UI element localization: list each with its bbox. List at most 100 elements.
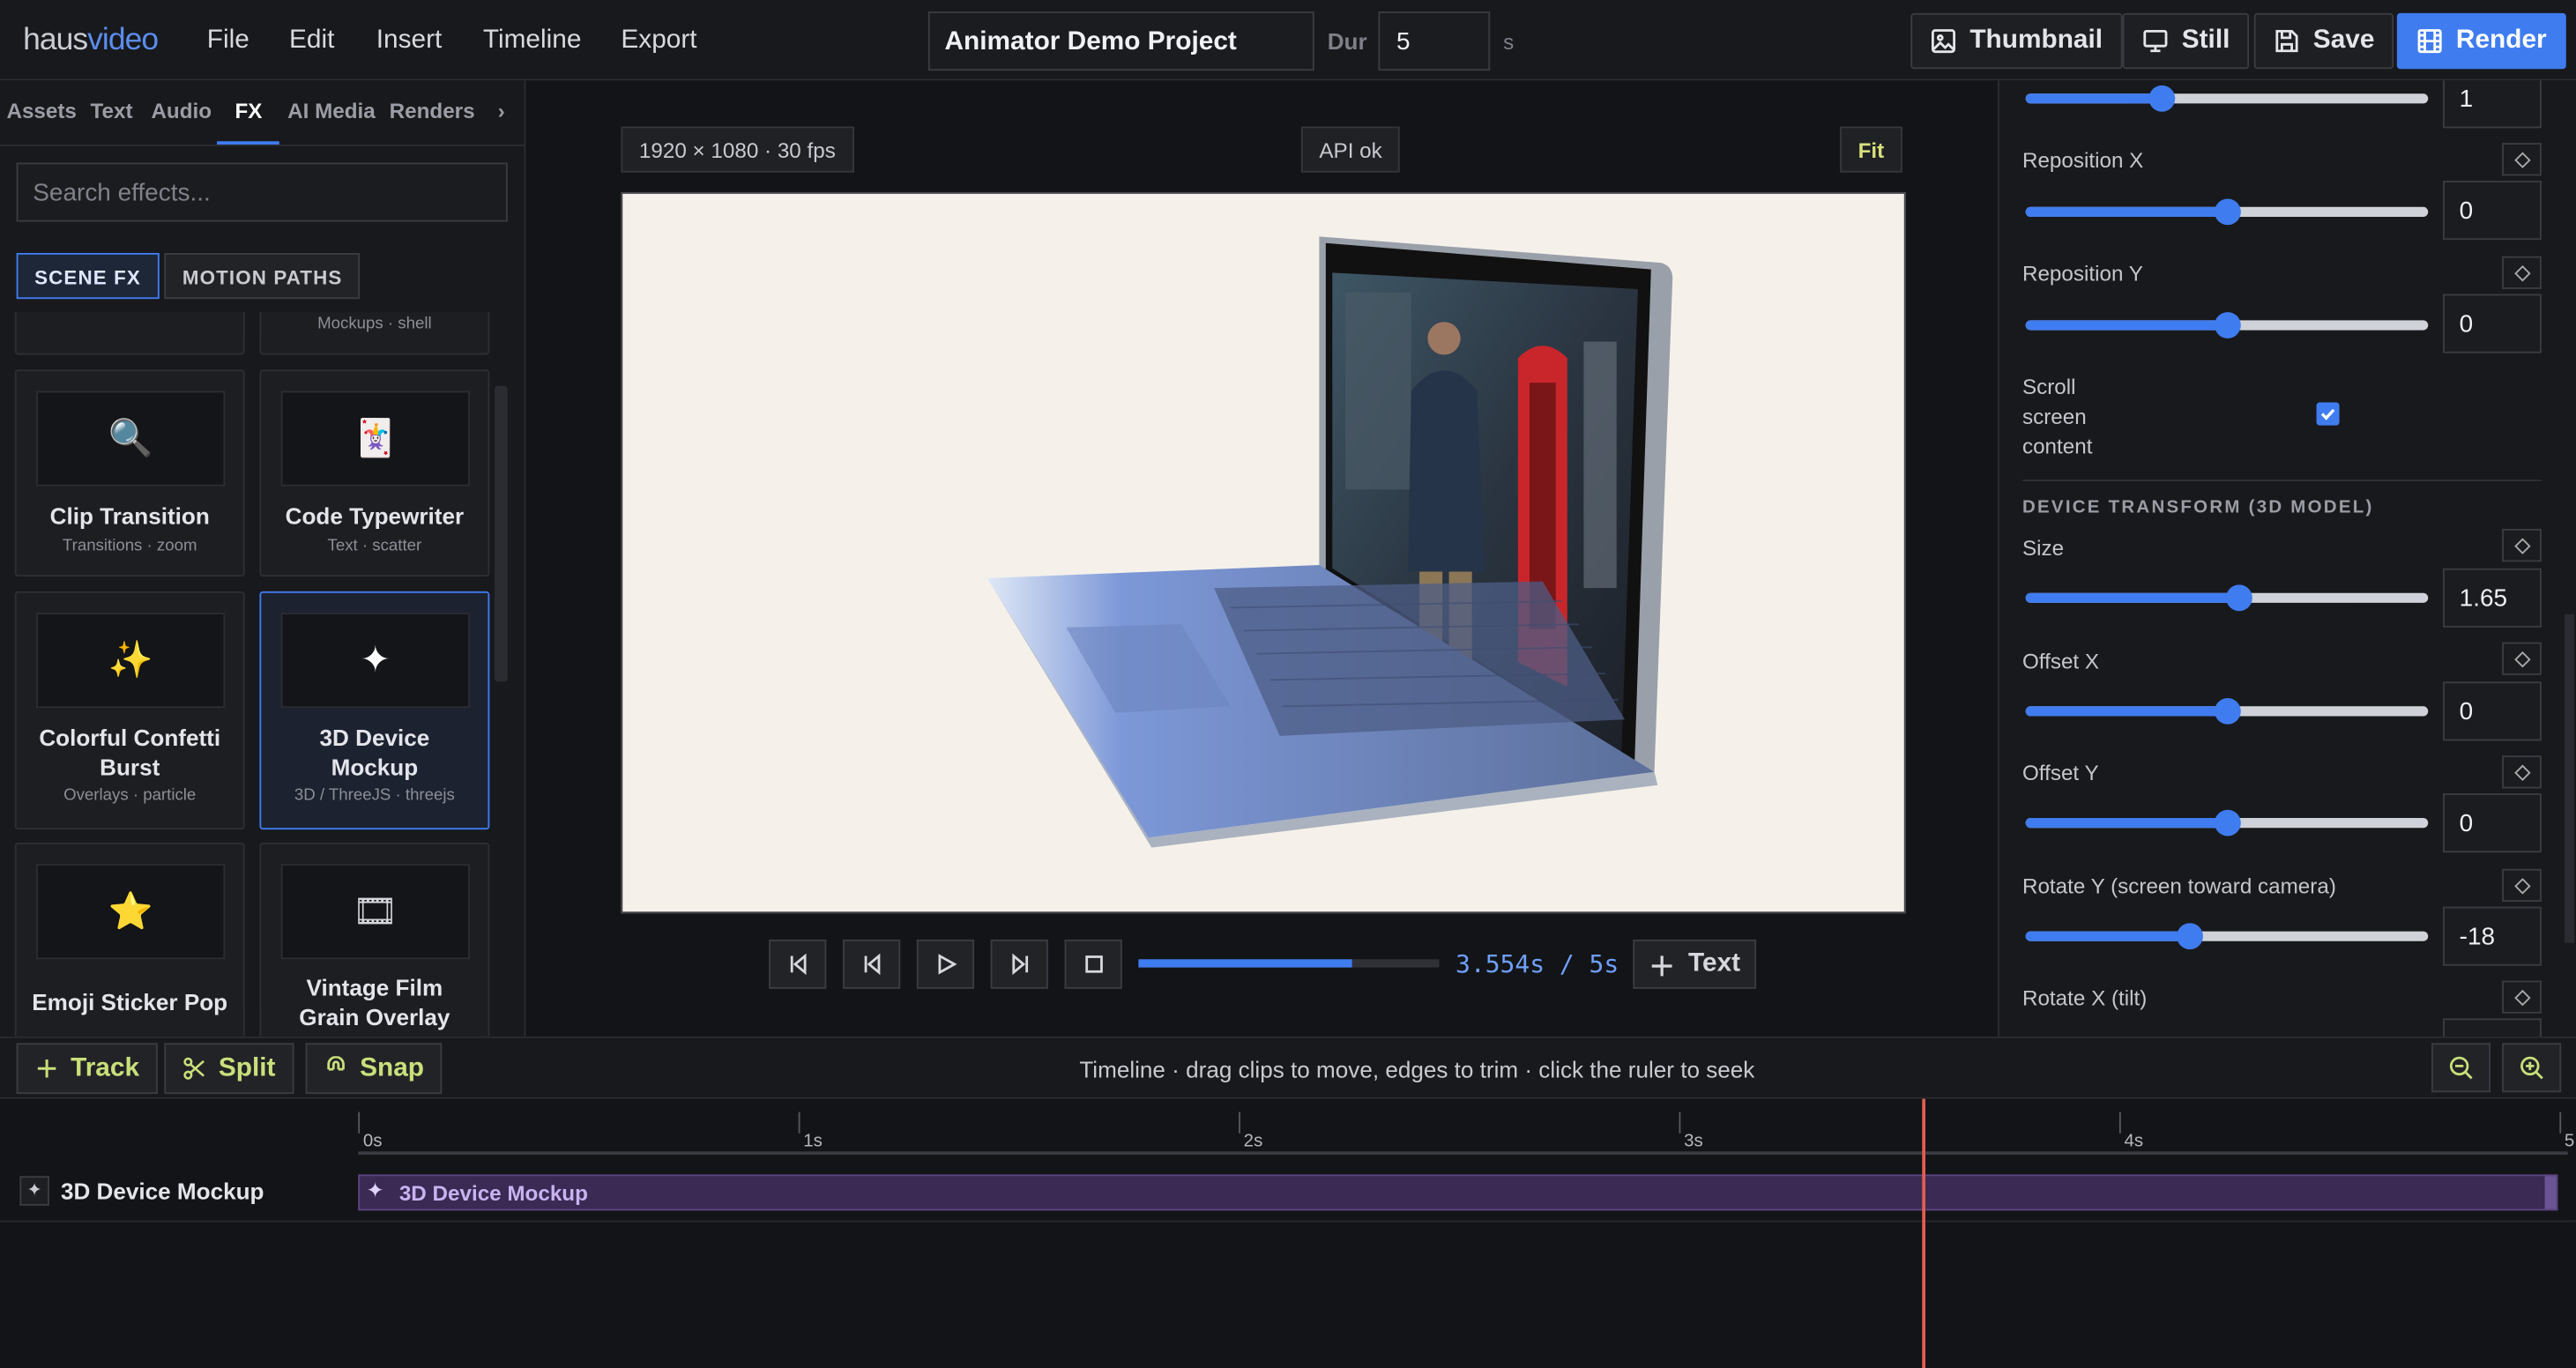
skip-start-button[interactable] bbox=[769, 939, 827, 989]
ruler-tick bbox=[1239, 1112, 1240, 1134]
keyframe-diamond-icon[interactable] bbox=[2502, 529, 2542, 562]
reposition-x-label: Reposition X bbox=[2021, 147, 2144, 173]
rotate-y-input[interactable]: -18 bbox=[2443, 906, 2542, 966]
panel-tabs: Assets Text Audio FX AI Media Renders › bbox=[0, 80, 525, 146]
effect-card-code-typewriter[interactable]: 🃏 Code Typewriter Text · scatter bbox=[259, 369, 490, 577]
effect-card-title: Clip Transition bbox=[49, 502, 210, 530]
top-value-input[interactable]: 1 bbox=[2443, 80, 2542, 129]
menu-export[interactable]: Export bbox=[621, 26, 696, 56]
render-label: Render bbox=[2455, 26, 2547, 55]
tab-audio[interactable]: Audio bbox=[151, 99, 212, 123]
preview-canvas[interactable] bbox=[621, 192, 1906, 914]
tab-fx[interactable]: FX bbox=[235, 99, 262, 123]
stop-button[interactable] bbox=[1064, 939, 1122, 989]
reposition-y-slider[interactable] bbox=[2025, 312, 2429, 338]
film-icon bbox=[2417, 29, 2442, 54]
properties-scrollbar[interactable] bbox=[2564, 613, 2575, 943]
keyframe-diamond-icon[interactable] bbox=[2502, 256, 2542, 289]
logo-text-b: video bbox=[87, 23, 159, 58]
effect-card-confetti-burst[interactable]: ✨ Colorful Confetti Burst Overlays · par… bbox=[14, 591, 245, 830]
magnet-icon bbox=[327, 1056, 345, 1071]
tab-text[interactable]: Text bbox=[90, 99, 132, 123]
timeline-ruler[interactable] bbox=[358, 1151, 2568, 1156]
top-slider[interactable] bbox=[2025, 85, 2429, 112]
menu-insert[interactable]: Insert bbox=[376, 26, 443, 56]
project-name-input[interactable]: Animator Demo Project bbox=[927, 11, 1314, 71]
zoom-in-button[interactable] bbox=[2502, 1043, 2562, 1093]
frame-back-button[interactable] bbox=[842, 939, 901, 989]
render-button[interactable]: Render bbox=[2396, 12, 2567, 70]
play-button[interactable] bbox=[916, 939, 975, 989]
effect-card-partial-right[interactable]: Mockups · shell bbox=[259, 312, 490, 355]
keyframe-diamond-icon[interactable] bbox=[2502, 868, 2542, 903]
track-effect-icon[interactable]: ✦ bbox=[19, 1176, 49, 1206]
tab-renders[interactable]: Renders bbox=[390, 99, 475, 123]
tab-assets[interactable]: Assets bbox=[6, 99, 76, 123]
clip-trim-handle[interactable] bbox=[2544, 1176, 2557, 1209]
timeline-clip[interactable]: ✦ 3D Device Mockup bbox=[358, 1174, 2558, 1211]
reposition-y-label: Reposition Y bbox=[2021, 261, 2143, 286]
track-name: 3D Device Mockup bbox=[60, 1178, 264, 1204]
thumbnail-button[interactable]: Thumbnail bbox=[1910, 12, 2123, 70]
ruler-tick-label: 5 bbox=[2564, 1131, 2575, 1152]
offset-x-slider[interactable] bbox=[2025, 697, 2429, 725]
ruler-tick bbox=[2118, 1112, 2121, 1134]
add-track-label: Track bbox=[71, 1053, 140, 1082]
effect-card-clip-transition[interactable]: 🔍 Clip Transition Transitions · zoom bbox=[14, 369, 245, 577]
size-input[interactable]: 1.65 bbox=[2443, 568, 2542, 628]
plus-icon bbox=[37, 1059, 56, 1078]
effect-card-3d-device-mockup[interactable]: ✦ 3D Device Mockup 3D / ThreeJS · threej… bbox=[259, 591, 490, 830]
monitor-icon bbox=[2143, 30, 2168, 53]
reposition-x-slider[interactable] bbox=[2025, 198, 2429, 226]
snap-button[interactable]: Snap bbox=[305, 1043, 443, 1095]
menu-edit[interactable]: Edit bbox=[289, 26, 334, 56]
offset-y-slider[interactable] bbox=[2025, 809, 2429, 836]
add-track-button[interactable]: Track bbox=[16, 1043, 158, 1095]
properties-panel: 1 Reposition X 0 Reposition Y 0 Scroll s… bbox=[1998, 80, 2576, 1037]
effects-panel: Assets Text Audio FX AI Media Renders › … bbox=[0, 80, 526, 1037]
app-logo[interactable]: hausvideo bbox=[23, 23, 159, 59]
reposition-y-input[interactable]: 0 bbox=[2443, 294, 2542, 353]
menu-timeline[interactable]: Timeline bbox=[483, 26, 582, 56]
rotate-x-input[interactable] bbox=[2443, 1018, 2542, 1037]
playback-progress-bar[interactable] bbox=[1138, 959, 1440, 968]
save-button[interactable]: Save bbox=[2253, 12, 2394, 70]
menu-file[interactable]: File bbox=[207, 26, 249, 56]
fit-button[interactable]: Fit bbox=[1840, 126, 1902, 173]
offset-x-input[interactable]: 0 bbox=[2443, 681, 2542, 741]
tabs-more-chevron-icon[interactable]: › bbox=[498, 99, 505, 123]
keyframe-diamond-icon[interactable] bbox=[2502, 143, 2542, 176]
duration-input[interactable]: 5 bbox=[1378, 11, 1491, 71]
still-button[interactable]: Still bbox=[2122, 12, 2250, 70]
rotate-y-slider[interactable] bbox=[2025, 923, 2429, 950]
split-button[interactable]: Split bbox=[164, 1043, 294, 1095]
effect-card-title: Colorful Confetti Burst bbox=[39, 724, 221, 781]
zoom-in-icon bbox=[2520, 1056, 2543, 1080]
timeline[interactable]: 0s 1s 2s 3s 4s 5 ✦ 3D Device Mockup ✦ 3D Devi… bbox=[0, 1098, 2576, 1368]
offset-y-input[interactable]: 0 bbox=[2443, 793, 2542, 853]
skip-end-button[interactable] bbox=[990, 939, 1048, 989]
zoom-out-button[interactable] bbox=[2431, 1043, 2491, 1093]
keyframe-diamond-icon[interactable] bbox=[2502, 755, 2542, 789]
plus-icon: ＋ bbox=[1649, 954, 1676, 983]
effect-card-partial-left[interactable] bbox=[14, 312, 245, 355]
effect-card-title: Emoji Sticker Pop bbox=[32, 988, 228, 1015]
effect-card-emoji-sticker-pop[interactable]: ⭐ Emoji Sticker Pop bbox=[14, 842, 245, 1037]
add-text-button[interactable]: ＋ Text bbox=[1633, 939, 1757, 989]
scroll-screen-content-label: Scroll screen content bbox=[2022, 373, 2092, 462]
size-slider[interactable] bbox=[2025, 584, 2429, 612]
duration-label: Dur bbox=[1327, 27, 1367, 55]
keyframe-diamond-icon[interactable] bbox=[2502, 980, 2542, 1014]
effects-scrollbar[interactable] bbox=[494, 385, 508, 682]
playhead[interactable] bbox=[1923, 1098, 1926, 1368]
motion-paths-toggle[interactable]: MOTION PATHS bbox=[164, 252, 361, 300]
effect-card-vintage-film-grain[interactable]: 🎞 Vintage Film Grain Overlay bbox=[259, 842, 490, 1037]
tab-ai-media[interactable]: AI Media bbox=[287, 99, 376, 123]
scroll-screen-checkbox[interactable] bbox=[2316, 402, 2340, 426]
keyframe-diamond-icon[interactable] bbox=[2502, 642, 2542, 675]
search-effects-input[interactable]: Search effects... bbox=[16, 162, 508, 222]
reposition-x-input[interactable]: 0 bbox=[2443, 180, 2542, 241]
scene-fx-toggle[interactable]: SCENE FX bbox=[16, 252, 160, 300]
card-icon: 🃏 bbox=[280, 390, 470, 487]
progress-fill bbox=[1138, 959, 1352, 968]
